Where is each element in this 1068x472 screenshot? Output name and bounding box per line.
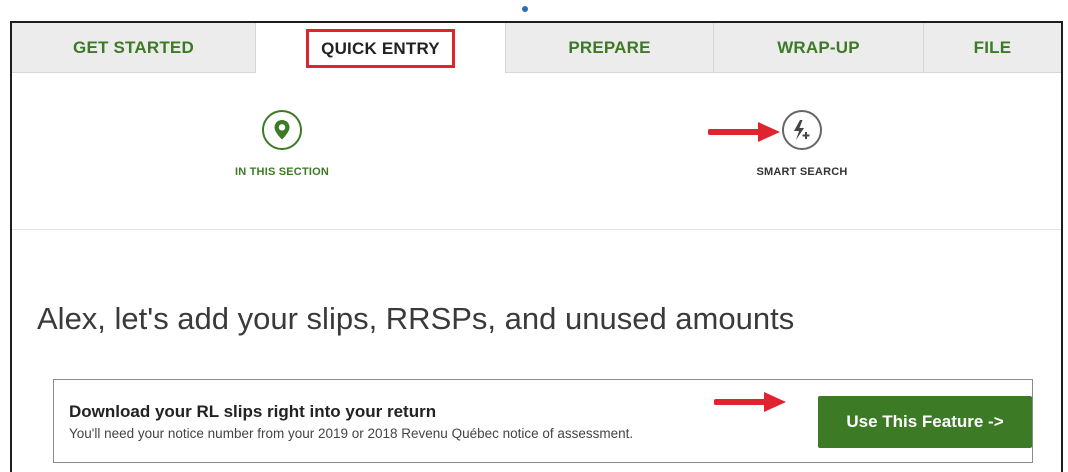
feature-card: Download your RL slips right into your r…: [53, 379, 1033, 463]
tab-label: WRAP-UP: [777, 37, 860, 57]
feature-card-subtitle: You'll need your notice number from your…: [69, 426, 634, 441]
feature-card-title: Download your RL slips right into your r…: [69, 402, 437, 421]
tab-file[interactable]: FILE: [924, 23, 1061, 73]
tab-label: PREPARE: [568, 37, 651, 57]
tab-label: GET STARTED: [73, 37, 194, 57]
section-tools-row: IN THIS SECTION SMART SEARCH: [12, 73, 1061, 230]
lightning-plus-icon: [782, 110, 822, 150]
tab-get-started[interactable]: GET STARTED: [12, 23, 256, 73]
in-this-section-label: IN THIS SECTION: [234, 166, 330, 178]
in-this-section-button[interactable]: IN THIS SECTION: [224, 110, 340, 178]
smart-search-label: SMART SEARCH: [756, 166, 848, 178]
tab-bar: GET STARTED QUICK ENTRY PREPARE WRAP-UP …: [12, 23, 1061, 73]
tab-prepare[interactable]: PREPARE: [506, 23, 714, 73]
map-pin-icon: [262, 110, 302, 150]
app-frame: GET STARTED QUICK ENTRY PREPARE WRAP-UP …: [10, 21, 1063, 472]
use-this-feature-button[interactable]: Use This Feature ->: [818, 396, 1032, 448]
tab-quick-entry[interactable]: QUICK ENTRY: [256, 23, 506, 73]
tab-label: FILE: [973, 37, 1012, 57]
indicator-dot: [522, 6, 528, 12]
tab-wrap-up[interactable]: WRAP-UP: [714, 23, 924, 73]
tab-label: QUICK ENTRY: [306, 28, 455, 68]
page-heading: Alex, let's add your slips, RRSPs, and u…: [37, 301, 795, 336]
red-arrow-icon: [708, 122, 780, 142]
red-arrow-icon: [714, 392, 786, 412]
